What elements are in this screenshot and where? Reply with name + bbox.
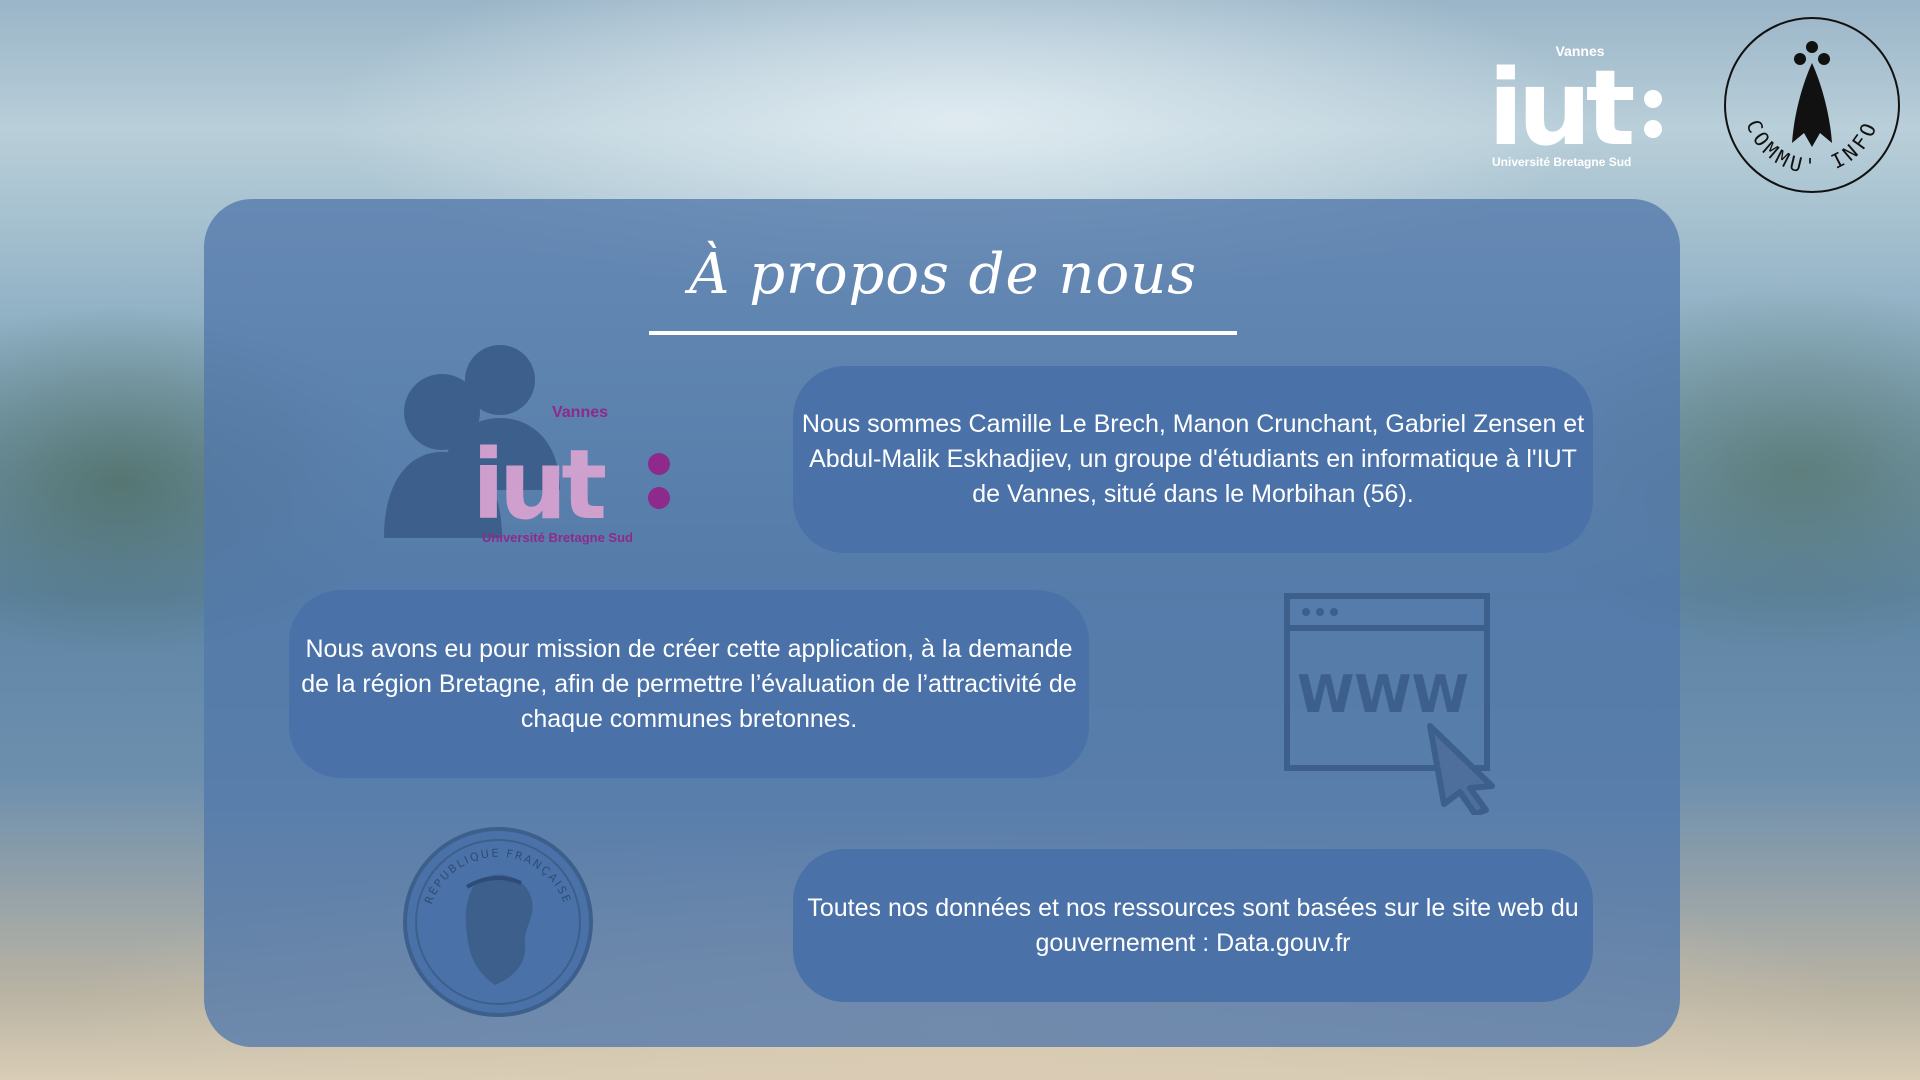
page-title: À propos de nous — [688, 242, 1198, 307]
ermine-icon — [1792, 41, 1832, 147]
sources-text: Toutes nos données et nos ressources son… — [793, 849, 1593, 1002]
title-underline — [649, 331, 1237, 335]
team-iut-illustration: Vannes iut Université Bretagne Sud — [380, 340, 680, 550]
iut-vannes-logo: Vannes iut Université Bretagne Sud — [1488, 43, 1668, 174]
people-logo-university: Université Bretagne Sud — [482, 530, 633, 545]
mission-text: Nous avons eu pour mission de créer cett… — [289, 590, 1089, 778]
people-logo-city: Vannes — [552, 404, 608, 421]
commu-info-logo: COMMU' INFO — [1722, 15, 1902, 195]
iut-logo-wordmark: iut — [1488, 47, 1634, 169]
www-browser-icon: WWW — [1280, 590, 1520, 817]
republique-coin-icon: RÉPUBLIQUE FRANÇAISE — [403, 827, 593, 1017]
intro-text: Nous sommes Camille Le Brech, Manon Crun… — [793, 366, 1593, 553]
people-logo-wordmark: iut — [472, 429, 605, 541]
www-label: WWW — [1297, 665, 1469, 725]
iut-logo-university: Université Bretagne Sud — [1492, 155, 1631, 169]
